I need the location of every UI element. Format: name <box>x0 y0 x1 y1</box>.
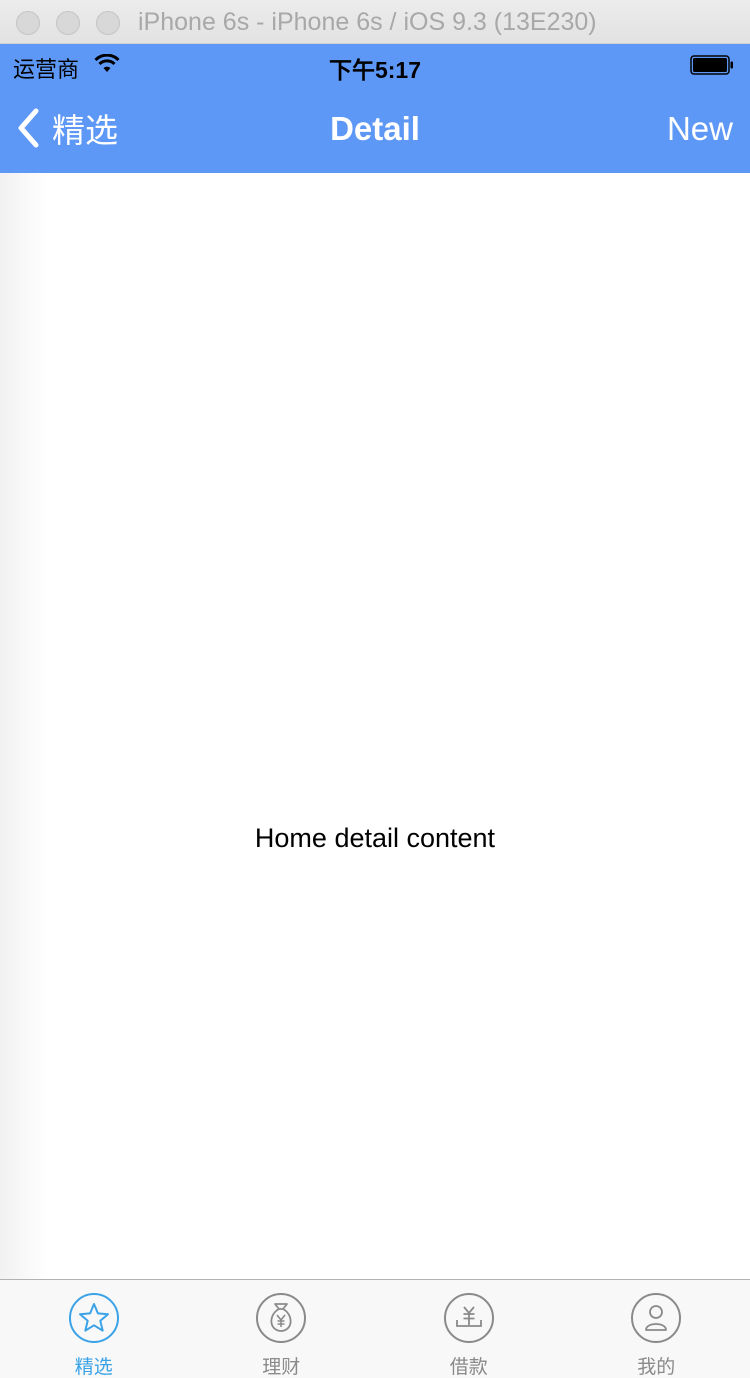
tab-loan-label: 借款 <box>449 1357 488 1378</box>
detail-content-area: Home detail content <box>0 173 750 1279</box>
window-title: iPhone 6s - iPhone 6s / iOS 9.3 (13E230) <box>138 8 597 36</box>
tab-featured-label: 精选 <box>74 1357 113 1378</box>
transition-shadow <box>0 173 48 1279</box>
star-icon <box>68 1293 119 1343</box>
tab-finance-label: 理财 <box>262 1357 301 1378</box>
battery-icon <box>690 55 733 75</box>
tab-finance[interactable]: 理财 <box>188 1280 376 1378</box>
navigation-bar: 精选 Detail New <box>0 84 750 173</box>
status-bar: 运营商 下午5:17 <box>0 44 750 84</box>
tab-mine-label: 我的 <box>637 1357 676 1378</box>
tab-loan[interactable]: 借款 <box>375 1280 563 1378</box>
new-button[interactable]: New <box>667 110 733 148</box>
minimize-window-button[interactable] <box>56 11 80 35</box>
tab-mine[interactable]: 我的 <box>563 1280 750 1378</box>
close-window-button[interactable] <box>16 11 40 35</box>
money-bag-icon <box>256 1293 307 1343</box>
tab-featured[interactable]: 精选 <box>0 1280 188 1378</box>
page-title: Detail <box>330 110 420 147</box>
app-header: 运营商 下午5:17 精选 Detail New <box>0 44 750 173</box>
tab-bar: 精选 理财 借款 我的 <box>0 1279 750 1378</box>
status-time: 下午5:17 <box>328 57 422 83</box>
loan-icon <box>443 1293 494 1343</box>
detail-content-label: Home detail content <box>254 823 496 853</box>
simulator-title-bar: iPhone 6s - iPhone 6s / iOS 9.3 (13E230) <box>0 0 750 44</box>
zoom-window-button[interactable] <box>96 11 120 35</box>
user-icon <box>631 1293 682 1343</box>
